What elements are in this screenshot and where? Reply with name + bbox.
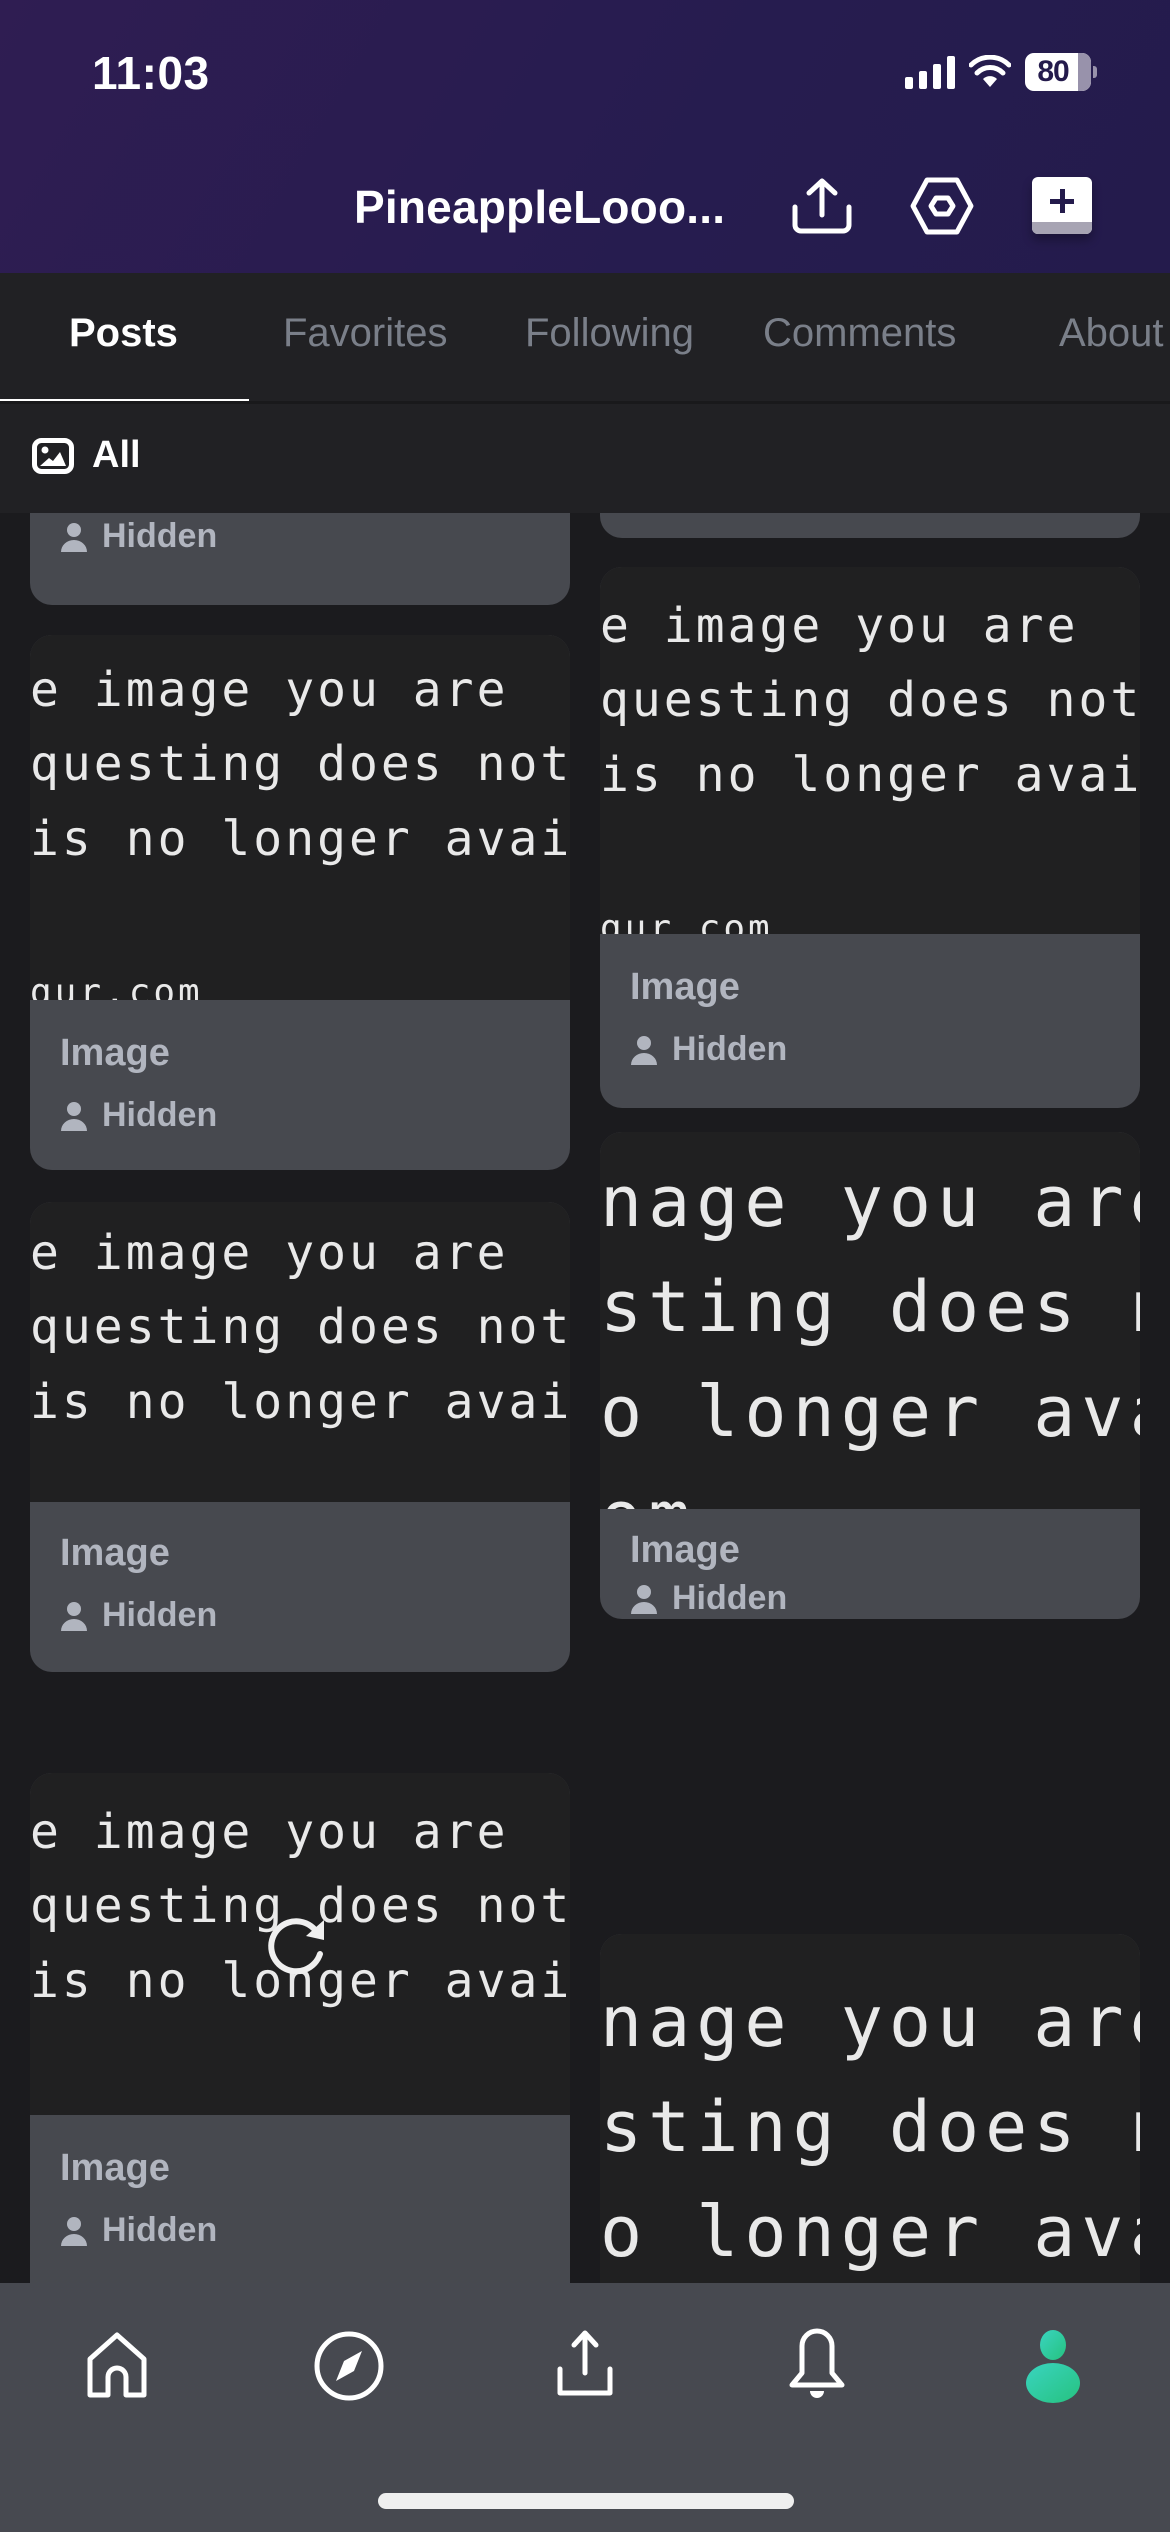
post-title: Image bbox=[60, 1032, 170, 1074]
tab-following[interactable]: Following bbox=[525, 311, 694, 356]
share-profile-button[interactable] bbox=[790, 174, 854, 238]
post-card[interactable]: nage you are sting does nc o longer avai bbox=[600, 1934, 1140, 2283]
post-author: Hidden bbox=[60, 517, 217, 556]
image-icon bbox=[32, 437, 74, 474]
settings-button[interactable] bbox=[910, 174, 974, 238]
post-thumbnail: e image you are questing does not exi is… bbox=[30, 1773, 570, 2115]
post-title: Image bbox=[630, 966, 740, 1008]
user-icon bbox=[61, 1601, 87, 1631]
hexagon-gear-icon bbox=[910, 177, 974, 235]
post-thumbnail: e image you are questing does not exi is… bbox=[30, 635, 570, 1000]
post-card[interactable]: e image you are questing does not exi is… bbox=[600, 567, 1140, 1108]
tab-about[interactable]: About bbox=[1059, 311, 1164, 356]
post-author: Hidden bbox=[60, 1096, 217, 1135]
user-icon bbox=[61, 522, 87, 552]
tab-favorites[interactable]: Favorites bbox=[283, 311, 448, 356]
filter-bar: All bbox=[0, 404, 1170, 513]
user-icon bbox=[61, 1101, 87, 1131]
profile-header: 11:03 80 PineappleLooo... bbox=[0, 0, 1170, 273]
nav-home[interactable] bbox=[72, 2321, 162, 2411]
post-thumbnail: nage you are sting does nc o longer avai bbox=[600, 1934, 1140, 2283]
bell-icon bbox=[789, 2328, 845, 2398]
nav-explore[interactable] bbox=[304, 2321, 394, 2411]
filter-all-button[interactable]: All bbox=[32, 434, 141, 477]
home-icon bbox=[87, 2332, 147, 2398]
user-icon bbox=[631, 1035, 657, 1065]
post-thumbnail: e image you are questing does not exi is… bbox=[30, 1202, 570, 1502]
filter-label: All bbox=[92, 434, 141, 476]
profile-tabs: Posts Favorites Following Comments About bbox=[0, 273, 1170, 404]
cellular-signal-icon bbox=[905, 55, 955, 89]
post-card[interactable]: e image you are questing does not exi is… bbox=[30, 635, 570, 1170]
user-icon bbox=[61, 2216, 87, 2246]
post-thumbnail: nage you are sting does nc o longer avai… bbox=[600, 1132, 1140, 1509]
post-title: Image bbox=[60, 1532, 170, 1574]
compass-icon bbox=[314, 2331, 384, 2401]
user-icon bbox=[631, 1584, 657, 1614]
battery-percent: 80 bbox=[1037, 55, 1069, 88]
nav-profile[interactable] bbox=[1008, 2321, 1098, 2411]
status-time: 11:03 bbox=[92, 47, 210, 99]
profile-icon bbox=[1026, 2330, 1080, 2403]
post-author: Hidden bbox=[60, 2211, 217, 2250]
post-author: Hidden bbox=[630, 1579, 787, 1618]
upload-icon bbox=[557, 2330, 613, 2396]
post-card[interactable]: e image you are questing does not exi is… bbox=[30, 1202, 570, 1672]
refresh-icon[interactable] bbox=[262, 1910, 332, 1980]
battery-icon: 80 bbox=[1025, 53, 1091, 91]
image-unavailable-text: e image you are questing does not exi is… bbox=[30, 1225, 570, 1430]
home-indicator[interactable] bbox=[378, 2493, 794, 2509]
posts-grid: Hidden e image you are questing does not… bbox=[0, 513, 1170, 2283]
post-author: Hidden bbox=[630, 1030, 787, 1069]
status-indicators: 80 bbox=[905, 52, 1097, 92]
upload-icon bbox=[792, 178, 852, 234]
plus-icon bbox=[1050, 189, 1074, 213]
tab-comments[interactable]: Comments bbox=[763, 311, 956, 356]
wifi-icon bbox=[969, 55, 1011, 87]
image-unavailable-text: e image you are questing does not exi is… bbox=[600, 598, 1140, 934]
image-unavailable-text: nage you are sting does nc o longer avai bbox=[600, 1981, 1140, 2273]
image-unavailable-text: nage you are sting does nc o longer avai… bbox=[600, 1161, 1140, 1509]
nav-upload[interactable] bbox=[540, 2321, 630, 2411]
profile-username[interactable]: PineappleLooo... bbox=[354, 180, 725, 234]
post-author: Hidden bbox=[60, 1596, 217, 1635]
post-card[interactable]: nage you are sting does nc o longer avai… bbox=[600, 1132, 1140, 1619]
post-card[interactable] bbox=[600, 513, 1140, 538]
post-card[interactable]: Hidden bbox=[30, 513, 570, 605]
tab-posts[interactable]: Posts bbox=[69, 311, 178, 356]
post-card[interactable]: e image you are questing does not exi is… bbox=[30, 1773, 570, 2283]
image-unavailable-text: e image you are questing does not exi is… bbox=[30, 662, 570, 1000]
post-title: Image bbox=[630, 1529, 740, 1571]
battery-tip bbox=[1093, 66, 1097, 78]
nav-notifications[interactable] bbox=[772, 2321, 862, 2411]
new-post-button[interactable] bbox=[1032, 177, 1092, 234]
post-title: Image bbox=[60, 2147, 170, 2189]
post-thumbnail: e image you are questing does not exi is… bbox=[600, 567, 1140, 934]
